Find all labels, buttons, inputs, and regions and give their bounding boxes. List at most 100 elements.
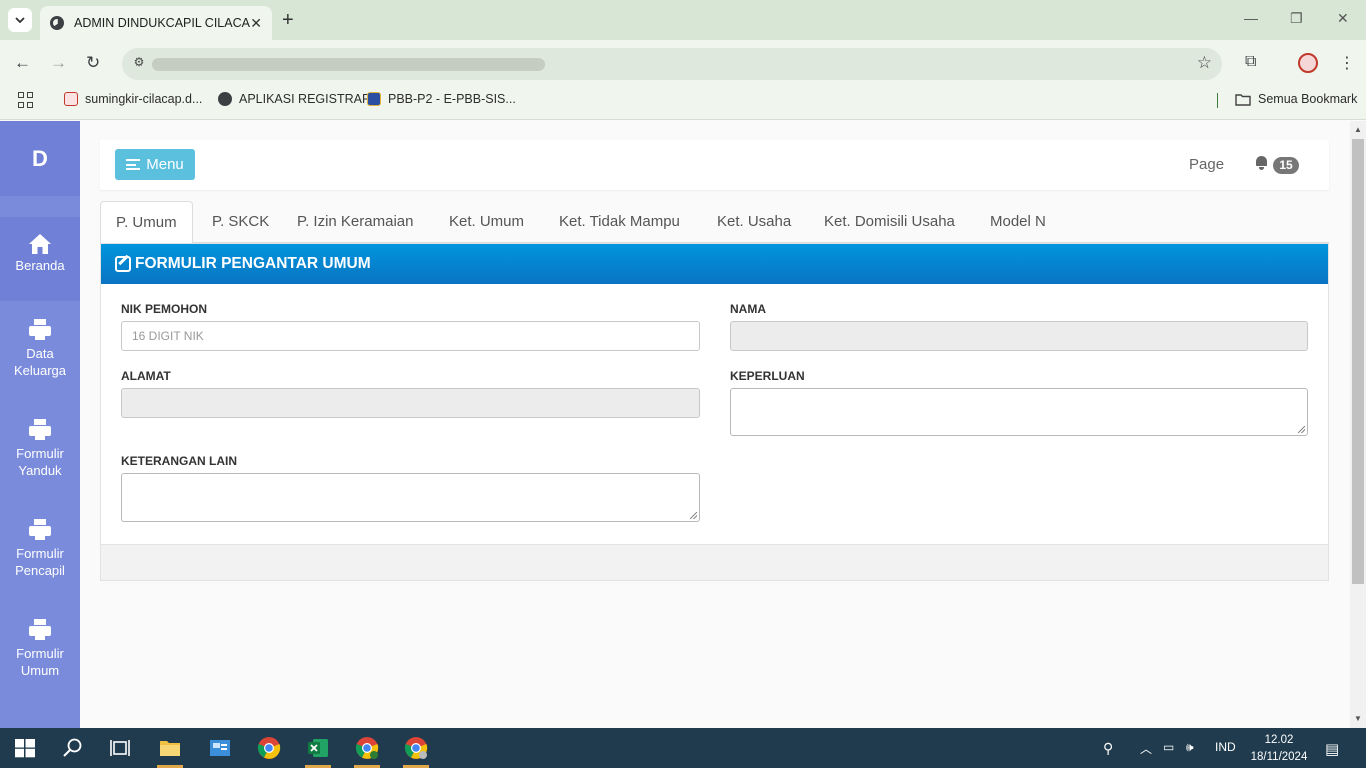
show-hidden-icons-icon[interactable]: ︿ xyxy=(1140,740,1152,757)
bell-icon[interactable] xyxy=(1255,156,1268,170)
printer-icon xyxy=(29,419,51,441)
form-panel: FORMULIR PENGANTAR UMUM NIK PEMOHON 16 D… xyxy=(100,243,1329,581)
apps-grid-icon[interactable] xyxy=(18,92,34,108)
menu-toggle-button[interactable]: Menu xyxy=(115,149,195,180)
bookmark-item-0[interactable]: sumingkir-cilacap.d... xyxy=(64,92,202,106)
clock-date: 18/11/2024 xyxy=(1250,751,1308,763)
bookmark-item-2[interactable]: PBB-P2 - E-PBB-SIS... xyxy=(367,92,516,106)
globe-icon xyxy=(218,92,232,106)
chrome-profile-icon[interactable] xyxy=(404,736,428,760)
excel-icon[interactable] xyxy=(306,736,330,760)
forward-icon[interactable]: → xyxy=(50,53,67,73)
tab-ket-tidak-mampu[interactable]: Ket. Tidak Mampu xyxy=(544,201,695,243)
alamat-label: ALAMAT xyxy=(121,369,171,383)
control-panel-icon[interactable] xyxy=(208,736,232,760)
new-tab-button[interactable]: + xyxy=(282,9,294,32)
tab-ket-domisili-usaha[interactable]: Ket. Domisili Usaha xyxy=(809,201,970,243)
profile-avatar[interactable] xyxy=(1298,53,1318,73)
taskbar-clock[interactable]: 12.02 18/11/2024 xyxy=(1249,732,1309,766)
browser-tab-title: ADMIN DINDUKCAPIL CILACAP xyxy=(74,16,251,30)
sidebar-item-label: Formulir xyxy=(16,446,64,461)
sidebar-item-label: Formulir xyxy=(16,646,64,661)
more-menu-icon[interactable]: ⋮ xyxy=(1339,53,1355,73)
restore-button[interactable]: ❐ xyxy=(1290,10,1303,27)
bookmark-label: PBB-P2 - E-PBB-SIS... xyxy=(388,92,516,106)
brand-logo[interactable]: D xyxy=(0,121,80,196)
all-bookmarks-folder[interactable]: Semua Bookmark xyxy=(1235,92,1357,106)
nama-label: NAMA xyxy=(730,302,766,316)
volume-icon[interactable]: 🕪 xyxy=(1186,740,1194,755)
nik-input[interactable]: 16 DIGIT NIK xyxy=(121,321,700,351)
globe-icon xyxy=(50,16,64,30)
nik-label: NIK PEMOHON xyxy=(121,302,208,316)
keterangan-label: KETERANGAN LAIN xyxy=(121,454,237,468)
people-icon[interactable]: ⚲ xyxy=(1103,740,1113,757)
close-tab-icon[interactable]: ✕ xyxy=(250,15,262,32)
shield-icon xyxy=(64,92,78,106)
menu-bars-icon xyxy=(126,159,141,170)
sidebar-item-formulir-yanduk[interactable]: Formulir Yanduk xyxy=(0,401,80,501)
chrome-icon[interactable] xyxy=(257,736,281,760)
page-link[interactable]: Page xyxy=(1189,156,1224,173)
tab-ket-usaha[interactable]: Ket. Usaha xyxy=(702,201,806,243)
network-icon[interactable]: ▭ xyxy=(1163,740,1174,754)
address-bar[interactable]: ⚙ ☆ xyxy=(122,48,1222,80)
keterangan-textarea[interactable] xyxy=(121,473,700,522)
scrollbar-thumb[interactable] xyxy=(1352,139,1364,584)
form-tabs: P. Umum P. SKCK P. Izin Keramaian Ket. U… xyxy=(100,201,1329,244)
tab-p-umum[interactable]: P. Umum xyxy=(100,201,193,244)
page-scrollbar[interactable]: ▲ ▼ xyxy=(1350,121,1366,728)
notification-badge[interactable]: 15 xyxy=(1273,157,1299,174)
scroll-down-arrow-icon[interactable]: ▼ xyxy=(1354,714,1362,723)
top-navbar: Menu Page 15 xyxy=(100,140,1329,190)
sidebar-item-label: Data xyxy=(26,346,54,361)
minimize-button[interactable]: — xyxy=(1244,10,1258,26)
sidebar-item-data-keluarga[interactable]: Data Keluarga xyxy=(0,301,80,401)
tab-p-skck[interactable]: P. SKCK xyxy=(197,201,284,243)
sidebar-item-label: Keluarga xyxy=(13,363,67,378)
chrome-profile-icon[interactable] xyxy=(355,736,379,760)
extensions-icon[interactable]: ⧉ xyxy=(1245,53,1256,71)
keperluan-label: KEPERLUAN xyxy=(730,369,805,383)
printer-icon xyxy=(29,519,51,541)
sidebar-item-label: Formulir xyxy=(16,546,64,561)
printer-icon xyxy=(29,319,51,341)
form-footer xyxy=(101,544,1328,580)
search-icon[interactable] xyxy=(61,736,85,760)
tab-ket-umum[interactable]: Ket. Umum xyxy=(434,201,539,243)
browser-tab-active[interactable]: ADMIN DINDUKCAPIL CILACAP ✕ xyxy=(40,6,272,40)
task-view-icon[interactable] xyxy=(108,736,132,760)
sidebar-item-label: Yanduk xyxy=(18,463,62,478)
close-window-button[interactable]: ✕ xyxy=(1337,10,1349,27)
clock-time: 12.02 xyxy=(1264,734,1294,746)
sidebar-item-formulir-pencapil[interactable]: Formulir Pencapil xyxy=(0,501,80,601)
back-icon[interactable]: ← xyxy=(14,53,31,73)
sidebar-item-label: Beranda xyxy=(15,258,65,273)
all-bookmarks-label: Semua Bookmark xyxy=(1258,92,1358,106)
taskbar: ⚲ ︿ ▭ 🕪 IND ▤ xyxy=(0,728,1366,768)
form-title: FORMULIR PENGANTAR UMUM xyxy=(135,255,371,272)
windows-start-icon[interactable] xyxy=(13,736,37,760)
keperluan-textarea[interactable] xyxy=(730,388,1308,436)
url-text-redacted xyxy=(152,58,545,71)
tab-model-n[interactable]: Model N xyxy=(975,201,1061,243)
reload-icon[interactable]: ↻ xyxy=(86,53,100,73)
tab-search-button[interactable] xyxy=(8,8,32,32)
sidebar-item-label: Pencapil xyxy=(15,563,65,578)
folder-icon xyxy=(1235,93,1251,106)
bookmark-item-1[interactable]: APLIKASI REGISTRAR xyxy=(218,92,371,106)
nama-input[interactable] xyxy=(730,321,1308,351)
home-icon xyxy=(29,234,51,254)
bookmark-star-icon[interactable]: ☆ xyxy=(1197,53,1212,73)
scroll-up-arrow-icon[interactable]: ▲ xyxy=(1354,125,1362,134)
input-language[interactable]: IND xyxy=(1215,740,1236,754)
alamat-input[interactable] xyxy=(121,388,700,418)
browser-tabstrip: ADMIN DINDUKCAPIL CILACAP ✕ + — ❐ ✕ xyxy=(0,0,1366,40)
action-center-icon[interactable]: ▤ xyxy=(1325,740,1339,758)
site-info-icon[interactable]: ⚙ xyxy=(130,55,148,73)
menu-label: Menu xyxy=(146,156,184,173)
file-explorer-icon[interactable] xyxy=(158,736,182,760)
tab-p-izin-keramaian[interactable]: P. Izin Keramaian xyxy=(282,201,428,243)
sidebar-item-beranda[interactable]: Beranda xyxy=(0,217,80,301)
sidebar-item-formulir-umum[interactable]: Formulir Umum xyxy=(0,601,80,701)
